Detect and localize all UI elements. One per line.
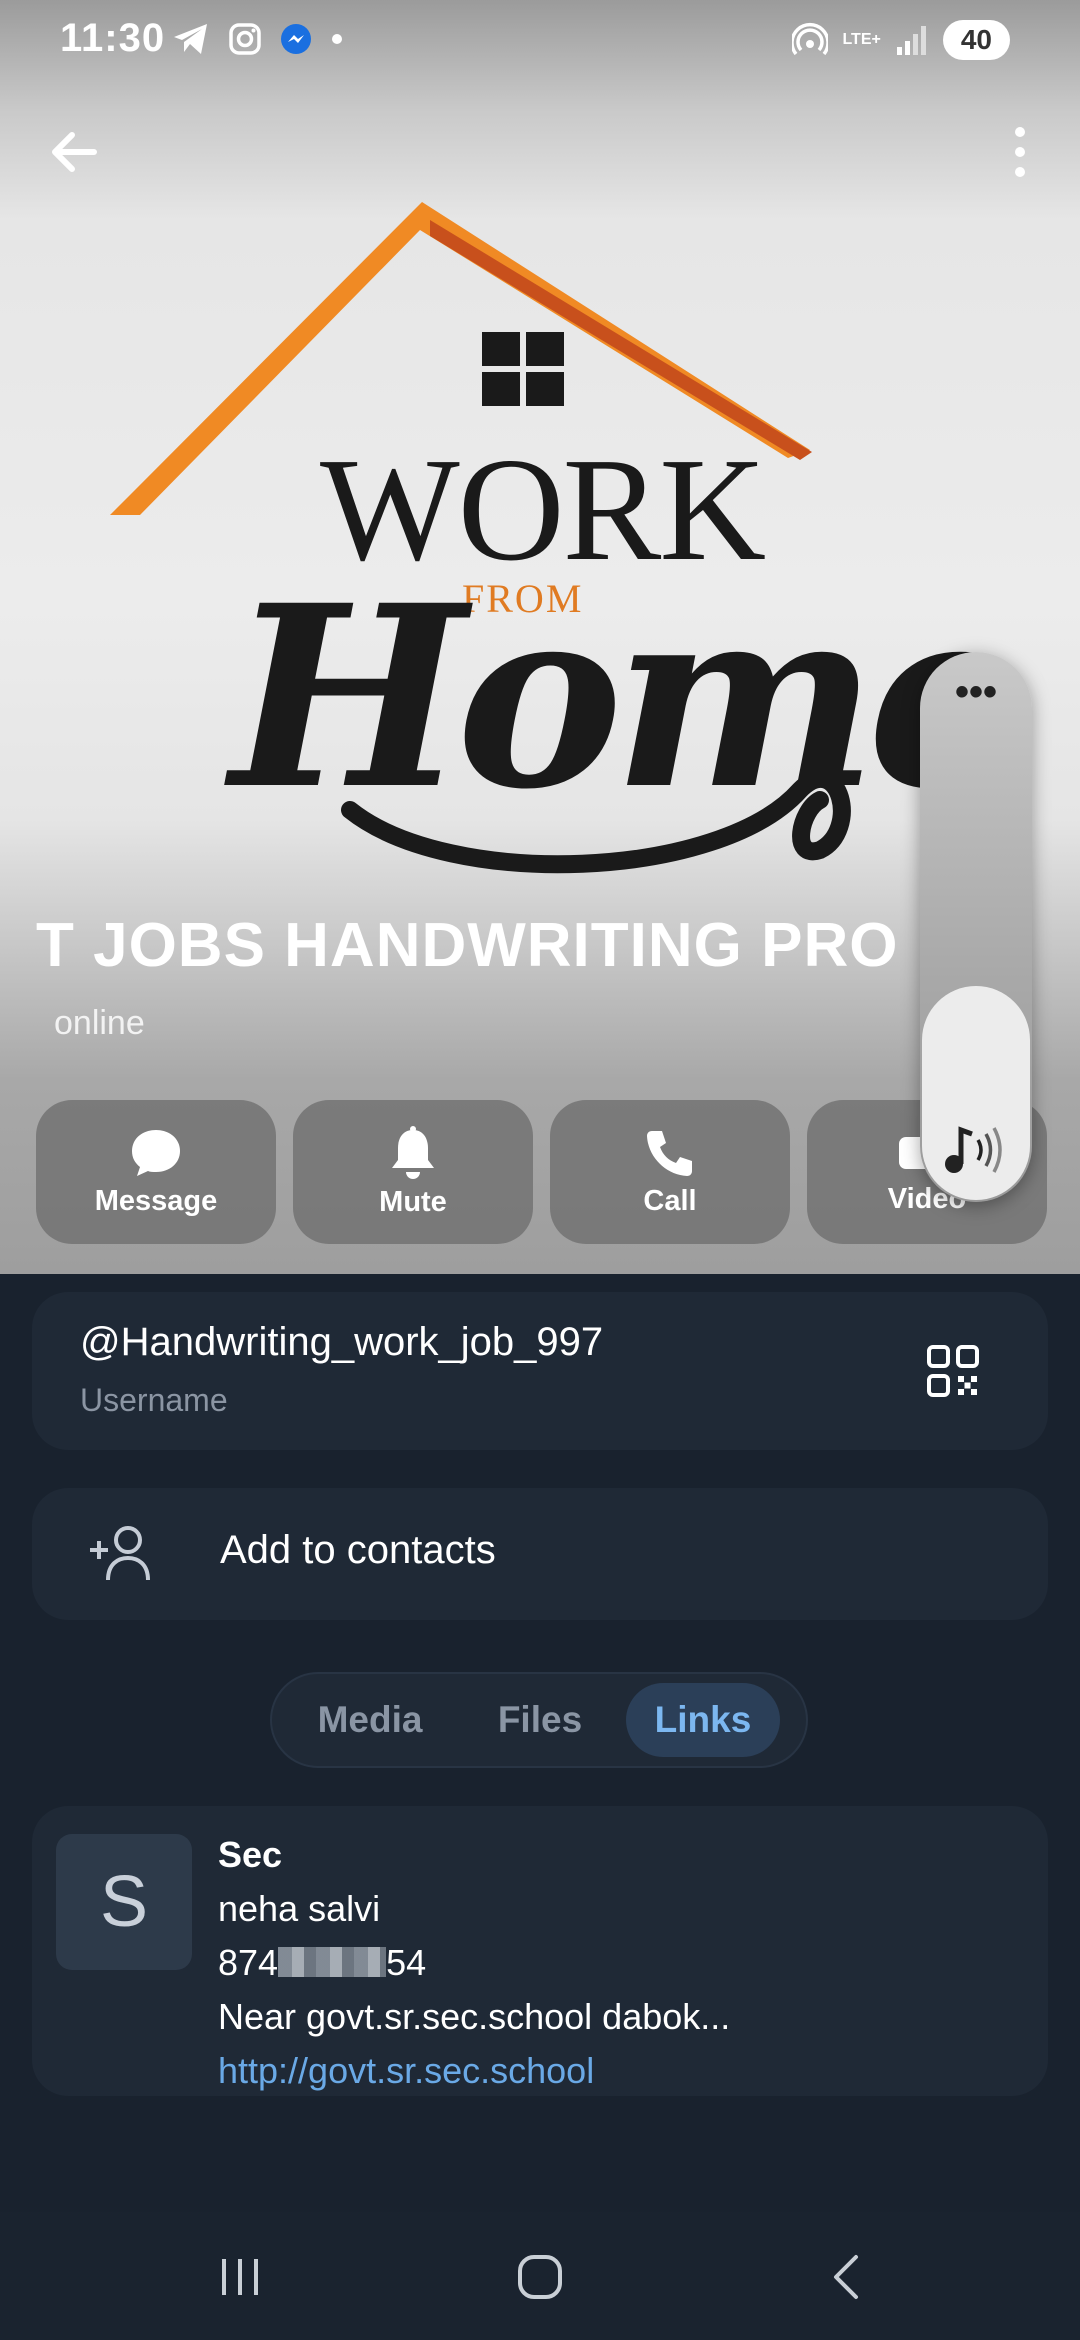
hotspot-icon xyxy=(792,23,829,56)
signal-icon xyxy=(896,26,926,55)
profile-photo: WORK FROM Home xyxy=(100,190,1027,910)
add-to-contacts-label: Add to contacts xyxy=(220,1528,496,1572)
mute-button[interactable]: Mute xyxy=(293,1100,533,1244)
status-bar: 11:30 LTE+ 40 xyxy=(0,0,1080,84)
link-url[interactable]: http://govt.sr.sec.school xyxy=(218,2050,594,2092)
back-arrow-icon[interactable] xyxy=(44,122,104,182)
tab-files[interactable]: Files xyxy=(460,1683,620,1757)
profile-name: T JOBS HANDWRITING PRO xyxy=(36,911,899,980)
nav-back-button[interactable] xyxy=(806,2242,886,2312)
call-label: Call xyxy=(643,1184,697,1217)
network-type: LTE+ xyxy=(842,31,881,48)
bell-icon xyxy=(392,1125,434,1179)
more-vertical-icon[interactable] xyxy=(1000,122,1040,182)
telegram-icon xyxy=(174,24,207,54)
username-value: @Handwriting_work_job_997 xyxy=(80,1320,604,1364)
phone-icon xyxy=(647,1130,692,1176)
qr-code-icon[interactable] xyxy=(926,1344,980,1398)
recent-apps-button[interactable] xyxy=(200,2242,280,2312)
add-to-contacts-button[interactable]: Add to contacts xyxy=(32,1488,1048,1620)
tab-links[interactable]: Links xyxy=(626,1683,780,1757)
phone-suffix: 54 xyxy=(386,1942,427,1983)
shared-media-tabs: Media Files Links xyxy=(270,1672,808,1768)
system-nav-bar xyxy=(0,2212,1080,2340)
volume-menu-icon[interactable]: ••• xyxy=(920,672,1032,712)
logo-text-home: Home xyxy=(230,550,1027,844)
home-button[interactable] xyxy=(500,2242,580,2312)
chat-bubble-icon xyxy=(132,1129,180,1176)
phone-prefix: 874 xyxy=(218,1942,279,1983)
link-thumbnail: S xyxy=(56,1834,192,1970)
profile-cover: 11:30 LTE+ 40 WORK FROM Home T JOBS HAND… xyxy=(0,0,1080,1274)
call-button[interactable]: Call xyxy=(550,1100,790,1244)
link-phone-line: 874 54 xyxy=(218,1942,426,1984)
profile-status: online xyxy=(54,1004,145,1042)
back-icon xyxy=(834,2255,858,2299)
status-time: 11:30 xyxy=(60,16,166,60)
mute-label: Mute xyxy=(379,1185,447,1218)
messenger-icon xyxy=(281,24,311,54)
instagram-icon xyxy=(229,23,261,55)
volume-slider[interactable]: ••• xyxy=(920,652,1032,1202)
home-icon xyxy=(518,2255,562,2299)
message-label: Message xyxy=(94,1184,218,1217)
link-list-item[interactable]: S Sec neha salvi 874 54 Near govt.sr.sec.… xyxy=(32,1806,1048,2096)
link-text-line: neha salvi xyxy=(218,1888,381,1929)
media-volume-icon xyxy=(945,1126,1002,1173)
redacted-digits xyxy=(278,1947,387,1977)
battery-level: 40 xyxy=(942,20,1010,60)
tab-media[interactable]: Media xyxy=(280,1683,460,1757)
dot-icon xyxy=(332,34,342,44)
username-label: Username xyxy=(80,1382,228,1418)
link-title: Sec xyxy=(218,1834,283,1875)
add-person-icon xyxy=(90,1526,150,1581)
message-button[interactable]: Message xyxy=(36,1100,276,1244)
link-text-line: Near govt.sr.sec.school dabok... xyxy=(218,1996,731,2037)
recent-apps-icon xyxy=(222,2259,258,2295)
username-card[interactable]: @Handwriting_work_job_997 Username xyxy=(32,1292,1048,1450)
action-buttons: Message Mute Call Video xyxy=(36,1100,1047,1244)
